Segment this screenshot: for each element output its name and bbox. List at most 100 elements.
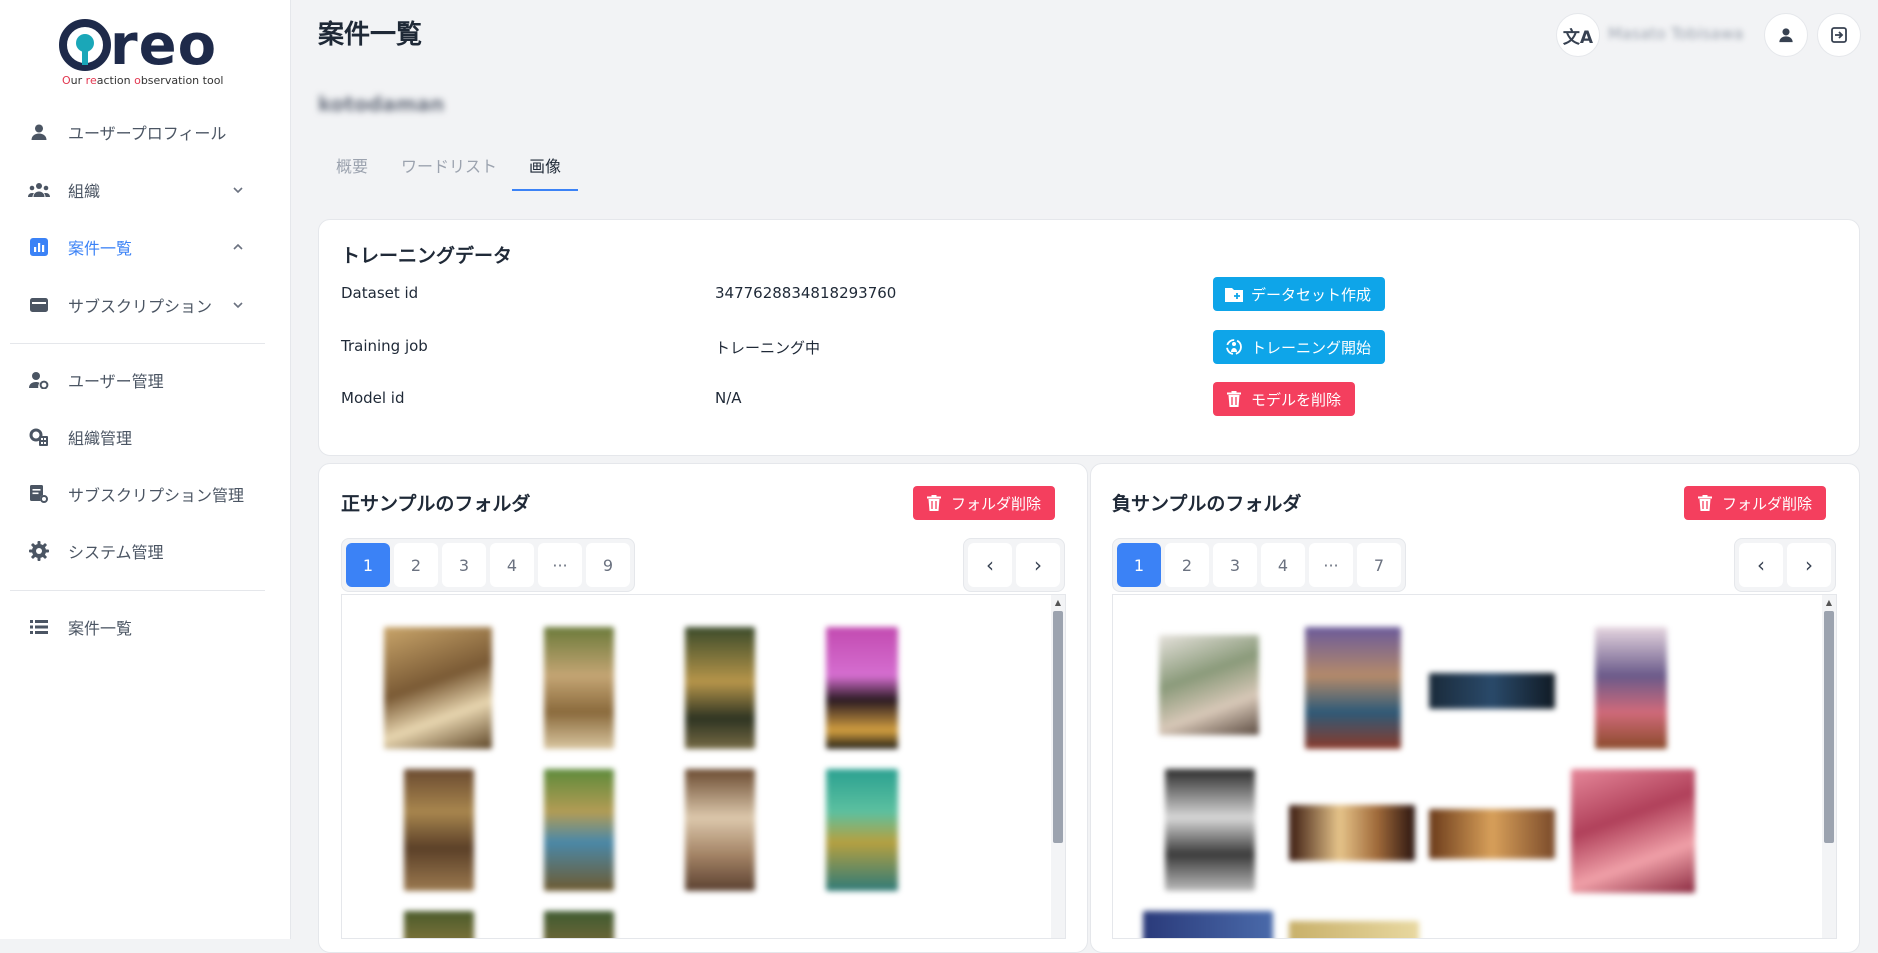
- trash-icon: [1225, 390, 1243, 408]
- next-page-button[interactable]: ›: [1016, 543, 1060, 587]
- model-id-value: N/A: [715, 389, 742, 407]
- sidebar-item-label: 組織: [68, 182, 101, 201]
- sample-thumbnail[interactable]: [1159, 635, 1259, 735]
- delete-folder-label: フォルダ削除: [1722, 494, 1813, 513]
- scrollbar-thumb[interactable]: [1053, 611, 1063, 843]
- logout-button[interactable]: [1817, 13, 1861, 57]
- sample-thumbnail[interactable]: [404, 769, 474, 891]
- negative-image-gallery: ▲: [1112, 594, 1837, 939]
- sample-thumbnail[interactable]: [1305, 627, 1401, 749]
- start-training-label: トレーニング開始: [1251, 338, 1372, 357]
- tab-overview[interactable]: 概要: [336, 153, 368, 177]
- sidebar-item-organization-management[interactable]: 組織管理: [10, 413, 265, 461]
- sidebar-item-subscription[interactable]: サブスクリプション: [10, 281, 265, 329]
- sidebar-item-organization[interactable]: 組織: [10, 166, 265, 214]
- next-page-button[interactable]: ›: [1787, 543, 1831, 587]
- logout-icon: [1831, 27, 1847, 43]
- logo-pin-icon: [59, 19, 111, 71]
- negative-gallery-scrollbar[interactable]: ▲: [1822, 595, 1836, 938]
- sidebar-item-system-management[interactable]: システム管理: [10, 527, 265, 575]
- sidebar-item-label: システム管理: [68, 543, 164, 562]
- start-training-button[interactable]: トレーニング開始: [1213, 330, 1386, 364]
- page-button-2[interactable]: 2: [394, 543, 438, 587]
- create-dataset-button[interactable]: データセット作成: [1213, 277, 1386, 311]
- sample-thumbnail[interactable]: [1143, 911, 1273, 938]
- sample-thumbnail[interactable]: [1165, 769, 1255, 891]
- page-button-last[interactable]: 7: [1357, 543, 1401, 587]
- logo-wordmark: reo: [110, 13, 218, 78]
- prev-page-button[interactable]: ‹: [968, 543, 1012, 587]
- sample-thumbnail[interactable]: [1595, 627, 1667, 749]
- positive-image-gallery: ▲: [341, 594, 1066, 939]
- training-data-card: [318, 219, 1860, 456]
- positive-nav-arrows: ‹ ›: [963, 538, 1065, 592]
- chevron-up-icon: [233, 243, 243, 250]
- sidebar-item-subscription-management[interactable]: サブスクリプション管理: [10, 470, 265, 518]
- user-gear-icon: [28, 369, 50, 391]
- page-title: 案件一覧: [318, 20, 423, 50]
- page-ellipsis[interactable]: ···: [1309, 543, 1353, 587]
- gear-icon: [28, 540, 50, 562]
- negative-delete-folder-button[interactable]: フォルダ削除: [1684, 486, 1827, 520]
- delete-folder-label: フォルダ削除: [951, 494, 1042, 513]
- page-button-last[interactable]: 9: [586, 543, 630, 587]
- sample-thumbnail[interactable]: [685, 627, 755, 749]
- sidebar-item-label: ユーザー管理: [68, 372, 164, 391]
- sidebar-item-projects-list[interactable]: 案件一覧: [10, 603, 265, 651]
- positive-delete-folder-button[interactable]: フォルダ削除: [913, 486, 1056, 520]
- user-name: Masato Tobisawa: [1608, 24, 1744, 43]
- sample-thumbnail[interactable]: [1429, 673, 1555, 709]
- create-dataset-label: データセット作成: [1251, 285, 1372, 304]
- trash-icon: [1696, 494, 1714, 512]
- prev-page-button[interactable]: ‹: [1739, 543, 1783, 587]
- positive-gallery-scrollbar[interactable]: ▲: [1051, 595, 1065, 938]
- scrollbar-thumb[interactable]: [1824, 611, 1834, 843]
- dataset-id-value: 3477628834818293760: [715, 284, 897, 302]
- negative-nav-arrows: ‹ ›: [1734, 538, 1836, 592]
- page-button-4[interactable]: 4: [1261, 543, 1305, 587]
- sidebar-item-label: 案件一覧: [68, 239, 133, 258]
- page-button-4[interactable]: 4: [490, 543, 534, 587]
- logo-tagline: Our reaction observation tool: [62, 74, 224, 87]
- sample-thumbnail[interactable]: [826, 769, 898, 891]
- sample-thumbnail[interactable]: [685, 769, 755, 891]
- oreo-logo[interactable]: reo Our reaction observation tool: [56, 13, 223, 88]
- tab-word-list[interactable]: ワードリスト: [401, 153, 497, 177]
- profile-button[interactable]: [1764, 13, 1808, 57]
- sample-thumbnail[interactable]: [544, 627, 614, 749]
- training-job-value: トレーニング中: [715, 339, 821, 357]
- sidebar: reo Our reaction observation tool ユーザープロ…: [0, 0, 291, 939]
- negative-pagination: 1 2 3 4 ··· 7: [1112, 538, 1406, 592]
- sample-thumbnail[interactable]: [826, 627, 898, 749]
- person-icon: [1779, 28, 1793, 43]
- folder-plus-icon: [1225, 285, 1243, 303]
- page-button-3[interactable]: 3: [442, 543, 486, 587]
- language-button[interactable]: 文A: [1556, 13, 1600, 57]
- org-gear-icon: [28, 426, 50, 448]
- page-ellipsis[interactable]: ···: [538, 543, 582, 587]
- sidebar-item-user-management[interactable]: ユーザー管理: [10, 356, 265, 404]
- sidebar-item-label: 組織管理: [68, 429, 133, 448]
- trash-icon: [925, 494, 943, 512]
- sample-thumbnail[interactable]: [1429, 809, 1555, 859]
- sample-thumbnail[interactable]: [544, 769, 614, 891]
- sidebar-item-projects[interactable]: 案件一覧: [10, 223, 265, 271]
- page-button-1[interactable]: 1: [1117, 543, 1161, 587]
- dataset-id-label: Dataset id: [341, 284, 419, 302]
- sample-thumbnail[interactable]: [1571, 769, 1695, 893]
- sample-thumbnail[interactable]: [1289, 805, 1415, 861]
- page-button-3[interactable]: 3: [1213, 543, 1257, 587]
- delete-model-button[interactable]: モデルを削除: [1213, 382, 1356, 416]
- model-id-label: Model id: [341, 389, 405, 407]
- sidebar-item-user-profile[interactable]: ユーザープロフィール: [10, 108, 265, 156]
- sample-thumbnail[interactable]: [1289, 921, 1419, 938]
- sample-thumbnail[interactable]: [544, 911, 614, 938]
- sample-thumbnail[interactable]: [384, 627, 492, 749]
- page-button-2[interactable]: 2: [1165, 543, 1209, 587]
- training-icon: [1225, 338, 1243, 356]
- page-button-1[interactable]: 1: [346, 543, 390, 587]
- tab-images[interactable]: 画像: [529, 153, 561, 177]
- active-tab-indicator: [512, 189, 578, 191]
- sample-thumbnail[interactable]: [404, 911, 474, 938]
- scroll-up-arrow: ▲: [1054, 598, 1062, 607]
